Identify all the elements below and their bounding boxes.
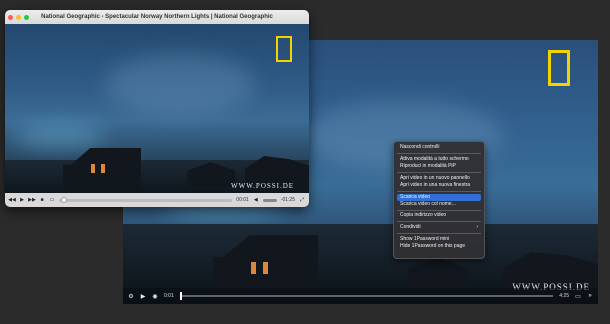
seek-knob[interactable] [61,196,67,203]
pip-icon[interactable]: ▭ [575,293,581,300]
lit-window [91,164,95,173]
lit-window [251,262,256,274]
play-icon[interactable]: ▶ [140,293,146,300]
menu-item-label: Riproduci in modalità PiP [400,162,456,169]
lit-window [101,164,105,173]
menu-separator [397,233,481,235]
menu-separator [397,171,481,173]
fullscreen-icon[interactable]: ⤢ [299,197,305,203]
lit-window [263,262,268,274]
menu-item-label: Attiva modalità a tutto schermo [400,155,469,162]
seek-bar[interactable] [59,196,233,203]
player-window: National Geographic - Spectacular Norway… [5,10,309,207]
time-remaining: -01:25 [280,197,295,203]
menu-item[interactable]: Apri video in una nuova finestra [397,182,481,189]
title-bar[interactable]: National Geographic - Spectacular Norway… [5,10,309,25]
menu-separator [397,152,481,154]
menu-separator [397,190,481,192]
settings-icon[interactable]: ⚙ [128,293,134,300]
volume-icon[interactable]: ◀ [253,197,259,203]
volume-slider[interactable] [262,198,277,202]
volume-icon[interactable]: ◉ [152,293,158,300]
time-elapsed: 00:01 [236,197,249,203]
chevron-right-icon: › [476,224,478,231]
context-menu: Nascondi controlli Attiva modalità a tutt… [393,141,485,259]
menu-item[interactable]: Attiva modalità a tutto schermo [397,156,481,163]
menu-item[interactable]: Hide 1Password on this page [397,243,481,250]
cloud-glow [105,54,255,114]
menu-item-label: Scarica video col nome... [400,200,456,207]
national-geographic-logo [276,36,292,62]
watermark: WWW.POSSI.DE [231,182,295,190]
play-icon[interactable]: ▶ [19,197,25,203]
national-geographic-logo [548,50,570,86]
menu-item[interactable]: Scarica video col nome... [397,201,481,208]
menu-item[interactable]: Riproduci in modalità PiP [397,163,481,170]
menu-item-label: Apri video in un nuovo pannello [400,174,470,181]
menu-item[interactable]: Condividi › [397,224,481,231]
menu-item[interactable]: Show 1Password mini [397,236,481,243]
window-title: National Geographic - Spectacular Norway… [41,14,273,20]
menu-item-label: Scarica video [400,193,431,200]
seek-bar[interactable] [179,292,554,300]
fast-forward-icon[interactable]: ▶▶ [28,197,36,203]
menu-item[interactable]: Nascondi controlli [397,144,481,151]
aurora-glow [15,124,105,149]
time-elapsed: 0:01 [164,293,174,299]
stop-icon[interactable]: ■ [39,197,45,203]
menu-item[interactable]: Copia indirizzo video [397,212,481,219]
menu-separator [397,209,481,211]
menu-item-label: Copia indirizzo video [400,212,447,219]
time-remaining: 4:25 [559,293,569,299]
window-video[interactable]: WWW.POSSI.DE [5,24,309,200]
seek-knob[interactable] [179,292,182,300]
rewind-icon[interactable]: ◀◀ [8,197,16,203]
menu-item-label: Apri video in una nuova finestra [400,181,471,188]
video-controls-bar: ⚙ ▶ ◉ 0:01 4:25 ▭ » [123,288,598,304]
menu-item-label: Condividi [400,224,421,231]
menu-item[interactable]: Scarica video [397,193,481,201]
menu-item[interactable]: Apri video in un nuovo pannello [397,175,481,182]
menu-item-label: Hide 1Password on this page [400,243,466,250]
subtitles-icon[interactable]: ▭ [49,197,55,203]
window-controls-bar: ◀◀ ▶ ▶▶ ■ ▭ 00:01 ◀ -01:25 ⤢ [5,193,309,207]
menu-separator [397,221,481,223]
fullscreen-icon[interactable]: » [587,293,593,299]
menu-item-label: Nascondi controlli [400,144,440,150]
menu-item-label: Show 1Password mini [400,235,450,242]
